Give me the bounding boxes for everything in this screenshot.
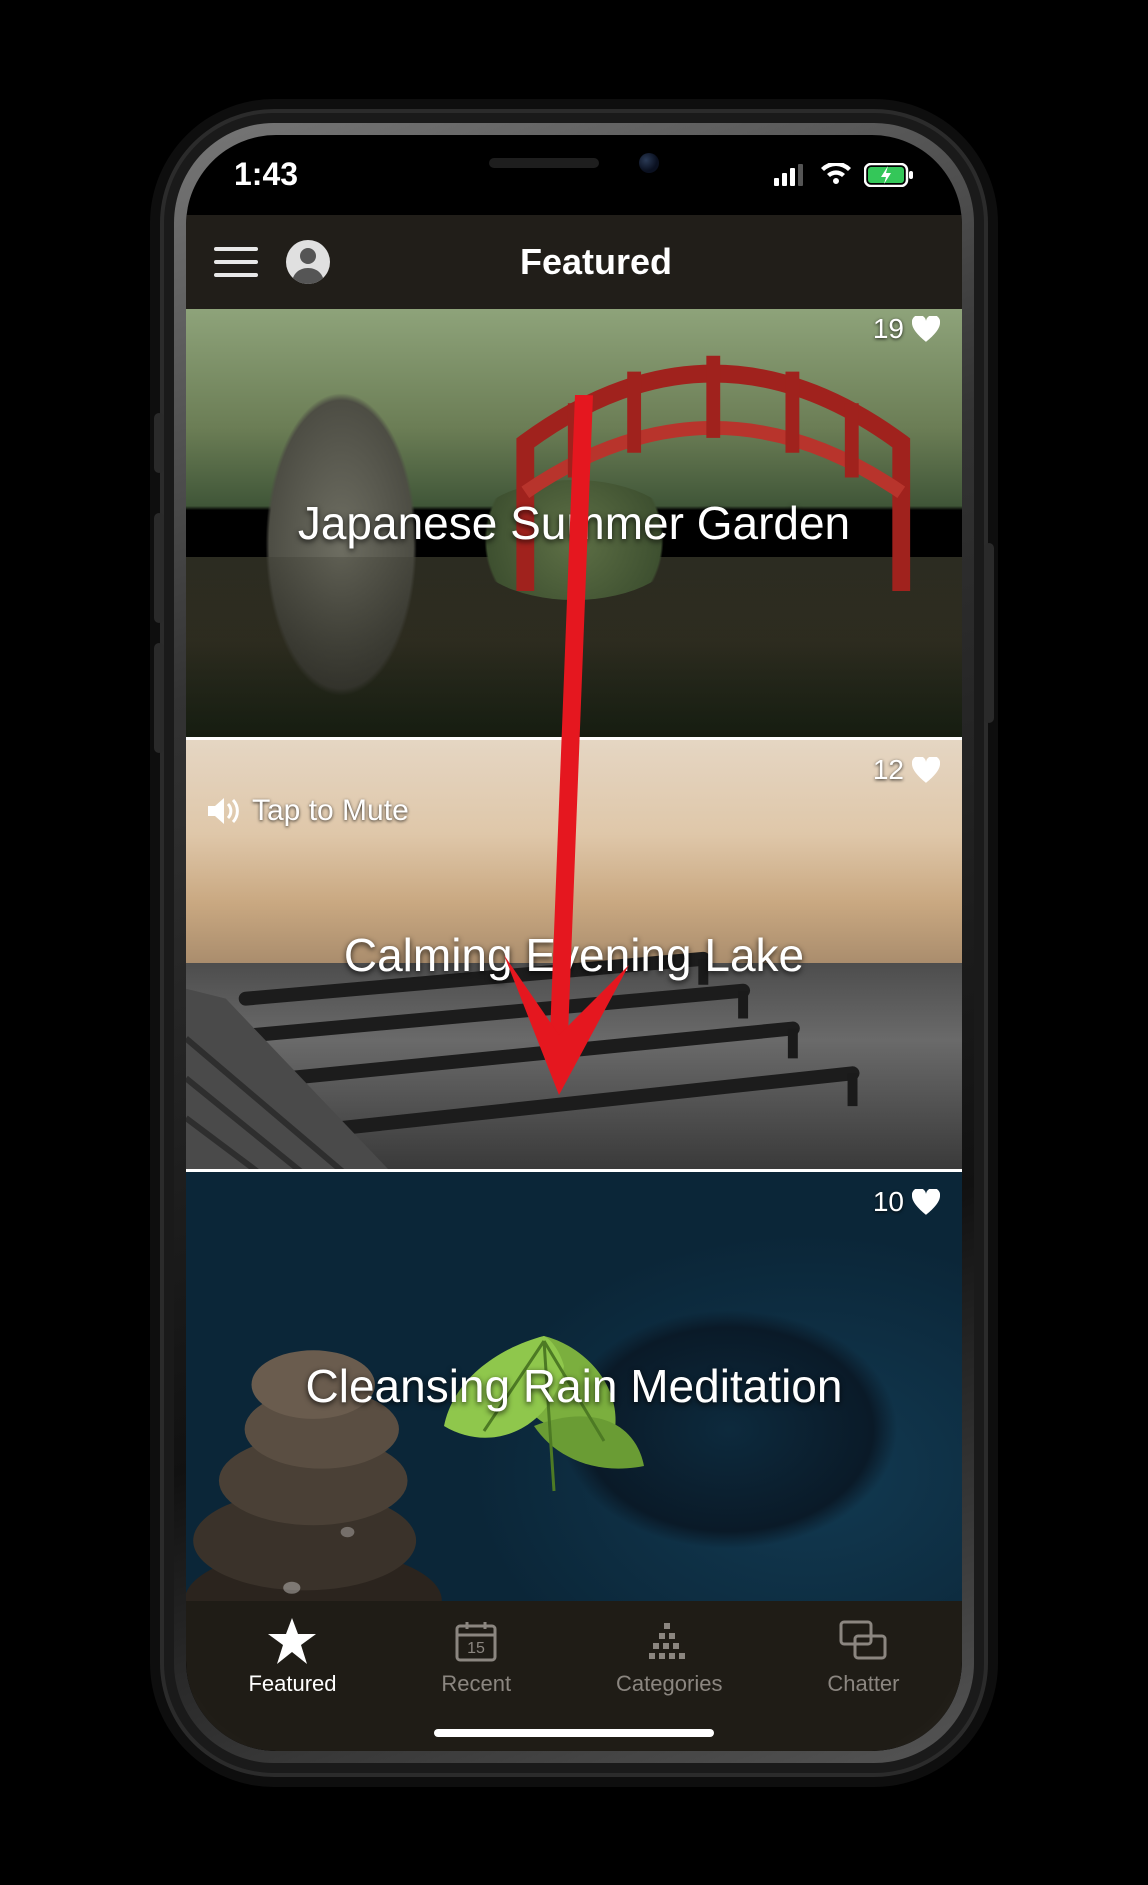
tab-chatter[interactable]: Chatter [827, 1619, 899, 1697]
home-indicator[interactable] [434, 1729, 714, 1737]
chat-icon [838, 1619, 888, 1663]
like-count[interactable]: 12 [873, 754, 940, 786]
power-button [984, 543, 994, 723]
card-title: Calming Evening Lake [324, 928, 824, 982]
featured-list[interactable]: 19 Japanese Summer Garden [186, 309, 962, 1601]
card-title: Japanese Summer Garden [278, 496, 870, 550]
heart-icon [912, 1189, 940, 1215]
tab-label: Chatter [827, 1671, 899, 1697]
tab-label: Recent [441, 1671, 511, 1697]
tab-recent[interactable]: 15 Recent [441, 1619, 511, 1697]
tab-label: Categories [616, 1671, 722, 1697]
like-value: 10 [873, 1186, 904, 1218]
cellular-icon [774, 164, 808, 186]
star-icon [268, 1618, 316, 1664]
front-camera [639, 153, 659, 173]
calendar-badge: 15 [467, 1640, 485, 1657]
screen: 1:43 [186, 135, 962, 1751]
like-value: 19 [873, 313, 904, 345]
card-title: Cleansing Rain Meditation [286, 1359, 863, 1413]
wifi-icon [820, 163, 852, 187]
battery-charging-icon [864, 163, 914, 187]
like-count[interactable]: 10 [873, 1186, 940, 1218]
status-right [774, 163, 914, 187]
stones-icon [186, 1292, 458, 1601]
mute-switch [154, 413, 164, 473]
calendar-icon: 15 [454, 1619, 498, 1663]
page-title: Featured [330, 241, 862, 283]
tap-to-mute-button[interactable]: Tap to Mute [208, 794, 409, 828]
profile-button[interactable] [286, 240, 330, 284]
heart-icon [912, 757, 940, 783]
tab-label: Featured [248, 1671, 336, 1697]
soundscape-card[interactable]: 12 Tap to Mute Calming Evening Lake [186, 740, 962, 1172]
leaf-icon [434, 1326, 654, 1506]
notch [409, 135, 739, 191]
nav-bar: Featured [186, 215, 962, 309]
device-frame: 1:43 [164, 113, 984, 1773]
bridge-icon [496, 334, 931, 591]
volume-down-button [154, 643, 164, 753]
soundscape-card[interactable]: 19 Japanese Summer Garden [186, 309, 962, 741]
mute-hint-label: Tap to Mute [252, 794, 409, 828]
tab-featured[interactable]: Featured [248, 1619, 336, 1697]
speaker-grille [489, 158, 599, 168]
menu-button[interactable] [214, 247, 258, 277]
tab-categories[interactable]: Categories [616, 1619, 722, 1697]
status-time: 1:43 [234, 156, 298, 193]
soundscape-card[interactable]: 10 Cleansing Rain Meditation [186, 1172, 962, 1601]
categories-icon [645, 1621, 693, 1661]
speaker-icon [208, 796, 242, 826]
like-count[interactable]: 19 [873, 313, 940, 345]
like-value: 12 [873, 754, 904, 786]
heart-icon [912, 316, 940, 342]
volume-up-button [154, 513, 164, 623]
